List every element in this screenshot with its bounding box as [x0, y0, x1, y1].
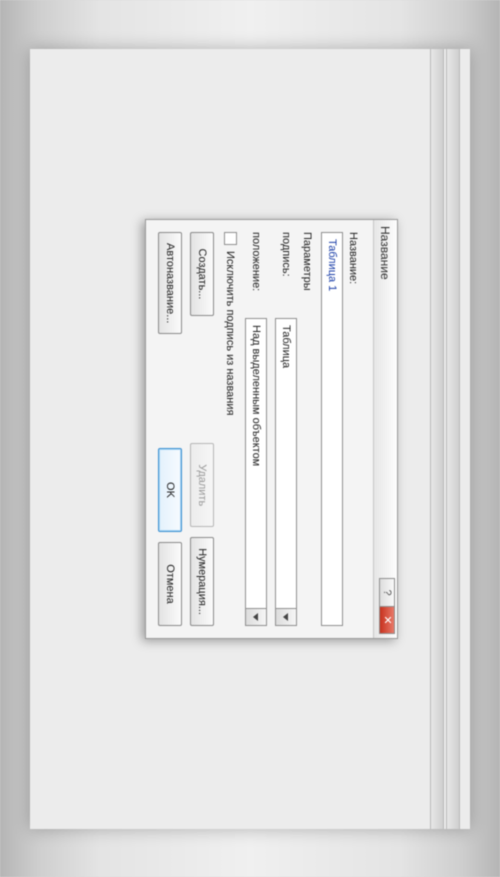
cancel-button[interactable]: Отмена: [158, 542, 182, 626]
caption-type-combo[interactable]: Таблица: [275, 318, 297, 626]
position-label: положение:: [250, 232, 262, 310]
position-value: Над выделенным объектом: [245, 318, 267, 608]
app-toolbar-line-2: [430, 49, 444, 829]
help-icon: ?: [382, 589, 393, 595]
exclude-caption-checkbox[interactable]: [224, 232, 237, 245]
exclude-caption-row[interactable]: Исключить подпись из названия: [224, 232, 237, 626]
dialog-body: Название: Таблица 1 Параметры подпись: Т…: [146, 220, 373, 638]
caption-type-label: подпись:: [280, 232, 292, 310]
close-icon: ✕: [382, 615, 393, 624]
chevron-down-icon: [284, 613, 289, 621]
help-button[interactable]: ?: [379, 578, 395, 606]
delete-button: Удалить: [190, 443, 214, 527]
numbering-button[interactable]: Нумерация...: [190, 537, 214, 626]
create-button[interactable]: Создать...: [190, 232, 214, 316]
caption-type-dropdown-button[interactable]: [275, 608, 297, 626]
name-input[interactable]: Таблица 1: [321, 232, 343, 626]
bottom-button-row: Автоназвание... OK Отмена: [158, 232, 182, 626]
position-combo[interactable]: Над выделенным объектом: [245, 318, 267, 626]
app-toolbar-line-1: [446, 49, 460, 829]
position-dropdown-button[interactable]: [245, 608, 267, 626]
name-label: Название:: [347, 232, 359, 626]
dialog-title: Название: [379, 226, 393, 280]
screen-surface: Название ? ✕ Название: Таблица 1: [30, 49, 470, 829]
name-input-text: Таблица 1: [326, 239, 338, 291]
params-label: Параметры: [301, 232, 313, 626]
ok-button[interactable]: OK: [158, 448, 182, 532]
window-controls: ? ✕: [379, 578, 395, 634]
close-button[interactable]: ✕: [379, 606, 395, 634]
caption-type-value: Таблица: [275, 318, 297, 608]
autoname-button[interactable]: Автоназвание...: [158, 232, 182, 334]
caption-dialog: Название ? ✕ Название: Таблица 1: [145, 219, 398, 639]
dialog-titlebar: Название ? ✕: [373, 220, 397, 638]
exclude-caption-label: Исключить подпись из названия: [225, 251, 237, 415]
chevron-down-icon: [254, 613, 259, 621]
middle-button-row: Создать... Удалить Нумерация...: [190, 232, 214, 626]
